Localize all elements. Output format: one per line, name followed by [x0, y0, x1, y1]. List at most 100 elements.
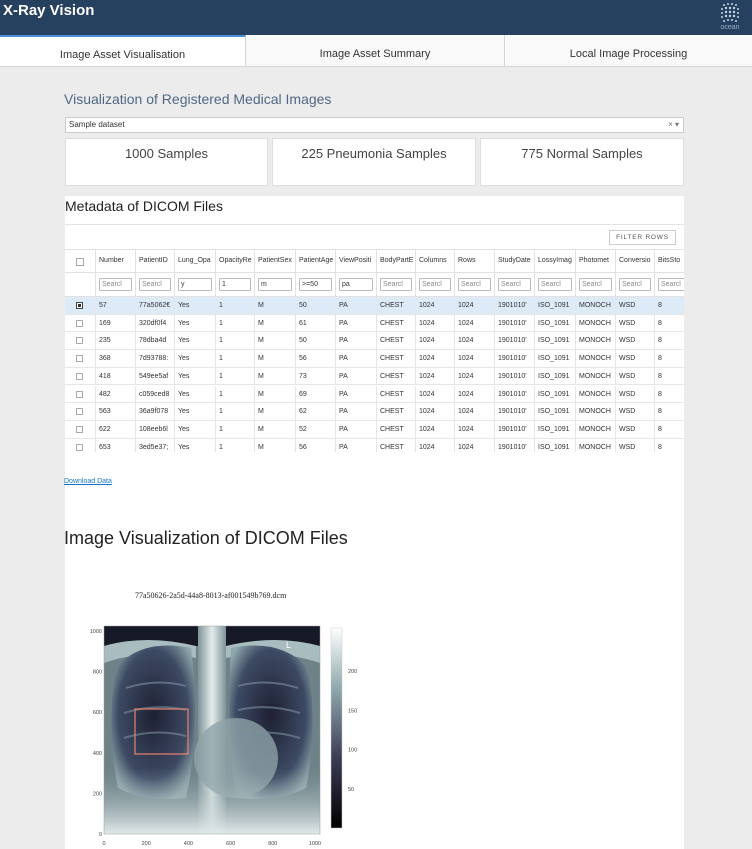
column-header[interactable]: LossyImag — [534, 250, 575, 273]
row-checkbox[interactable] — [76, 372, 83, 380]
column-header[interactable]: Rows — [454, 250, 494, 273]
normal-count: 775 Normal Samples — [521, 146, 643, 161]
column-filter-input[interactable]: Searcl — [419, 278, 451, 291]
table-cell: 368 — [95, 350, 135, 368]
tab-image-asset-summary[interactable]: Image Asset Summary — [246, 35, 505, 66]
table-row[interactable]: 482 c059ced8 Yes 1 M 69 PA CHEST 1024 1024 1901010… — [65, 385, 684, 404]
column-filter-input[interactable]: Searcl — [658, 278, 684, 291]
x-tick-label: 1000 — [309, 841, 321, 847]
row-checkbox[interactable] — [76, 390, 83, 398]
filter-rows-button[interactable]: FILTER ROWS — [609, 230, 676, 245]
column-filter-input[interactable]: Searcl — [99, 278, 132, 291]
row-checkbox[interactable] — [76, 408, 83, 416]
clear-icon[interactable]: × — [668, 120, 673, 129]
row-checkbox[interactable] — [76, 443, 83, 451]
y-tick-label: 600 — [93, 710, 102, 716]
column-header[interactable]: PatientAge — [295, 250, 335, 273]
table-cell: 1901010' — [494, 350, 534, 368]
column-header[interactable]: OpacityRe — [215, 250, 254, 273]
tab-image-asset-visualisation[interactable]: Image Asset Visualisation — [0, 35, 246, 66]
table-row[interactable]: 235 78dba4d Yes 1 M 50 PA CHEST 1024 1024 1901010'… — [65, 332, 684, 351]
x-axis: 0 200 400 600 800 1000 — [102, 841, 321, 847]
header-checkbox-cell — [65, 250, 95, 267]
table-cell: 1 — [215, 314, 254, 332]
column-filter-input[interactable]: Searcl — [619, 278, 651, 291]
xray-image: L — [104, 626, 320, 834]
filter-cell: Searcl — [534, 273, 575, 296]
column-header[interactable]: Number — [95, 250, 135, 273]
filter-cell: Searcl — [95, 273, 135, 296]
table-row[interactable]: 368 7d93788: Yes 1 M 56 PA CHEST 1024 1024 1901010… — [65, 350, 684, 368]
table-cell: 73 — [295, 367, 335, 385]
table-cell: MONOCH — [575, 350, 615, 368]
row-checkbox[interactable] — [76, 425, 83, 433]
column-filter-input[interactable]: pa — [339, 278, 373, 291]
x-tick-label: 200 — [142, 841, 151, 847]
table-cell: MONOCH — [575, 367, 615, 385]
select-all-checkbox[interactable] — [76, 258, 84, 266]
table-row[interactable]: 563 36a9f078 Yes 1 M 62 PA CHEST 1024 1024 1901010… — [65, 403, 684, 421]
column-filter-input[interactable]: Searcl — [139, 278, 171, 291]
column-header[interactable]: PatientID — [135, 250, 174, 273]
row-checkbox[interactable] — [76, 302, 83, 309]
column-header[interactable]: Photomet — [575, 250, 615, 273]
app-title: X-Ray Vision — [3, 2, 95, 19]
normal-samples-card: 775 Normal Samples — [480, 138, 684, 186]
column-filter-input[interactable]: Searcl — [579, 278, 612, 291]
column-filter-input[interactable]: y — [178, 278, 212, 291]
dropdown-value: Sample dataset — [69, 120, 125, 129]
metadata-panel: Metadata of DICOM Files FILTER ROWS Numb… — [65, 196, 684, 465]
column-header[interactable]: PatientSex — [254, 250, 295, 273]
row-checkbox[interactable] — [76, 337, 83, 345]
column-header[interactable]: BitsSto — [654, 250, 684, 273]
column-filter-input[interactable]: m — [258, 278, 292, 291]
logo-text: ocean — [720, 24, 740, 31]
table-cell: M — [254, 367, 295, 385]
app-header: X-Ray Vision ocean — [0, 0, 752, 35]
column-filter-input[interactable]: >=50 — [299, 278, 332, 291]
table-row[interactable]: 169 320df0f4 Yes 1 M 61 PA CHEST 1024 1024 1901010… — [65, 314, 684, 333]
table-cell: 1024 — [415, 385, 454, 403]
filter-cell: Searcl — [135, 273, 174, 296]
row-checkbox[interactable] — [76, 319, 83, 327]
table-cell: CHEST — [376, 314, 415, 332]
table-cell: 36a9f078 — [135, 403, 174, 421]
row-checkbox-cell — [65, 421, 95, 438]
tab-local-image-processing[interactable]: Local Image Processing — [505, 35, 752, 66]
table-row[interactable]: 622 108eeb6l Yes 1 M 52 PA CHEST 1024 1024 1901010… — [65, 420, 684, 439]
column-header[interactable]: ViewPositi — [335, 250, 376, 273]
filter-cell: >=50 — [295, 273, 335, 296]
column-filter-input[interactable]: 1 — [219, 278, 251, 291]
row-checkbox-cell — [65, 350, 95, 367]
filter-cell: pa — [335, 273, 376, 296]
horizontal-scrollbar[interactable] — [65, 452, 684, 465]
colorbar-tick-label: 50 — [348, 787, 354, 793]
table-row[interactable]: 418 549ee5af Yes 1 M 73 PA CHEST 1024 1024 1901010… — [65, 367, 684, 386]
filter-cell: y — [174, 273, 215, 296]
table-cell: 1 — [215, 350, 254, 368]
table-cell: PA — [335, 297, 376, 314]
column-filter-input[interactable]: Searcl — [538, 278, 572, 291]
column-filter-input[interactable]: Searcl — [498, 278, 531, 291]
column-header[interactable]: StudyDate — [494, 250, 534, 273]
table-cell: 8 — [654, 385, 684, 403]
column-filter-input[interactable]: Searcl — [458, 278, 491, 291]
table-cell: MONOCH — [575, 403, 615, 421]
row-checkbox[interactable] — [76, 355, 83, 363]
column-header[interactable]: Columns — [415, 250, 454, 273]
column-header[interactable]: Conversio — [615, 250, 654, 273]
download-data-link[interactable]: Download Data — [64, 478, 112, 485]
table-cell: 50 — [295, 332, 335, 350]
dataset-dropdown[interactable]: Sample dataset × ▾ — [65, 117, 684, 133]
table-cell: WSD — [615, 297, 654, 314]
table-cell: MONOCH — [575, 385, 615, 403]
chevron-down-icon[interactable]: ▾ — [675, 120, 679, 129]
table-cell: 52 — [295, 420, 335, 438]
table-cell: Yes — [174, 314, 215, 332]
column-header[interactable]: Lung_Opa — [174, 250, 215, 273]
xray-image-plot[interactable]: L 0 200 400 600 800 1000 10008006004002000 20… — [86, 618, 386, 849]
table-row[interactable]: 57 77a5062€ Yes 1 M 50 PA CHEST 1024 1024 1901010'… — [65, 297, 684, 315]
column-filter-input[interactable]: Searcl — [380, 278, 412, 291]
column-header[interactable]: BodyPartE — [376, 250, 415, 273]
table-cell: WSD — [615, 403, 654, 421]
